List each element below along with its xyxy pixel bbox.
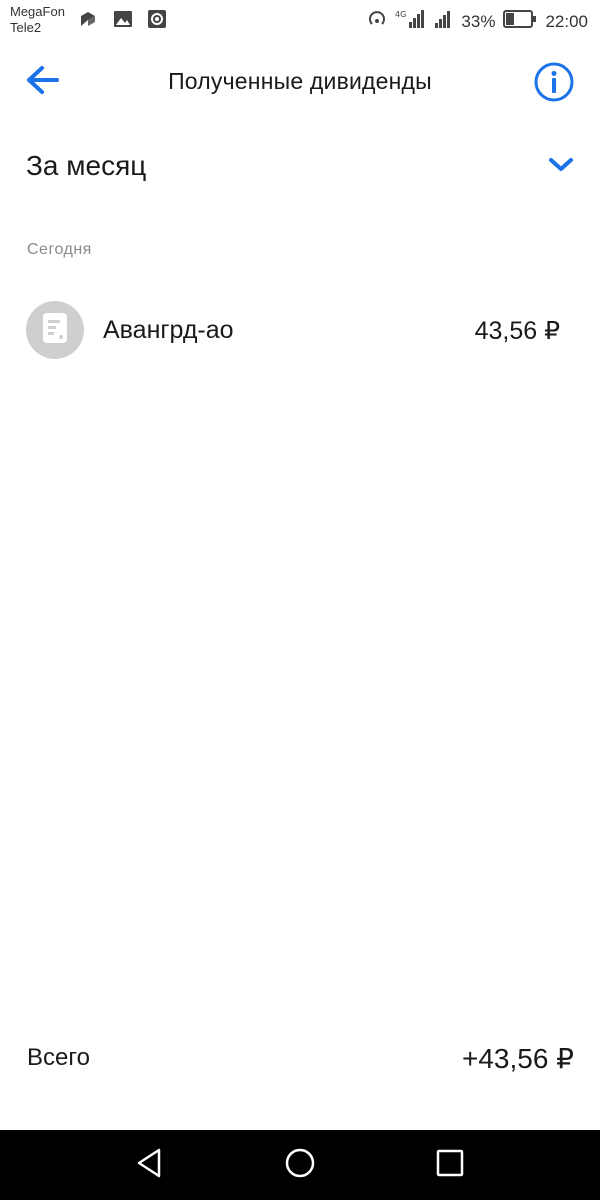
total-row: Всего +43,56 ₽ [0, 1036, 600, 1086]
nav-recents-button[interactable] [430, 1147, 470, 1183]
section-title: Сегодня [27, 241, 92, 258]
square-recents-icon [436, 1149, 464, 1182]
nav-back-button[interactable] [130, 1147, 170, 1183]
signal-icon: 4G [395, 8, 425, 35]
nav-home-button[interactable] [280, 1147, 320, 1183]
system-nav-bar [0, 1130, 600, 1200]
document-icon [42, 312, 68, 349]
status-bar: MegaFon Tele2 4G 33% 22:00 [0, 0, 600, 42]
clock: 22:00 [545, 11, 588, 31]
image-icon [113, 9, 133, 34]
chevron-down-icon [548, 156, 574, 179]
period-label: За месяц [26, 150, 147, 181]
network-type: 4G [395, 10, 406, 19]
list-item[interactable]: Авангрд-ао 43,56 ₽ [0, 296, 600, 366]
app-header: Полученные дивиденды [0, 50, 600, 114]
target-icon [147, 9, 167, 34]
carrier-1: MegaFon [10, 4, 65, 19]
triangle-back-icon [135, 1147, 165, 1184]
notification-icon [78, 9, 98, 34]
status-right: 4G 33% 22:00 [367, 8, 588, 35]
battery-icon [503, 10, 537, 33]
total-label: Всего [27, 1044, 90, 1071]
carrier-names: MegaFon Tele2 [10, 4, 65, 36]
info-icon [533, 61, 575, 108]
period-selector[interactable]: За месяц [0, 140, 600, 196]
carrier-2: Tele2 [10, 20, 42, 35]
avatar [26, 301, 84, 359]
page-title: Полученные дивиденды [168, 68, 432, 94]
circle-home-icon [284, 1147, 316, 1184]
item-amount: 43,56 ₽ [474, 317, 560, 345]
battery-percent: 33% [461, 11, 496, 31]
item-name: Авангрд-ао [103, 316, 234, 344]
signal-icon-2 [433, 9, 453, 34]
hotspot-icon [367, 9, 387, 34]
info-button[interactable] [532, 62, 576, 106]
total-value: +43,56 ₽ [461, 1043, 574, 1074]
